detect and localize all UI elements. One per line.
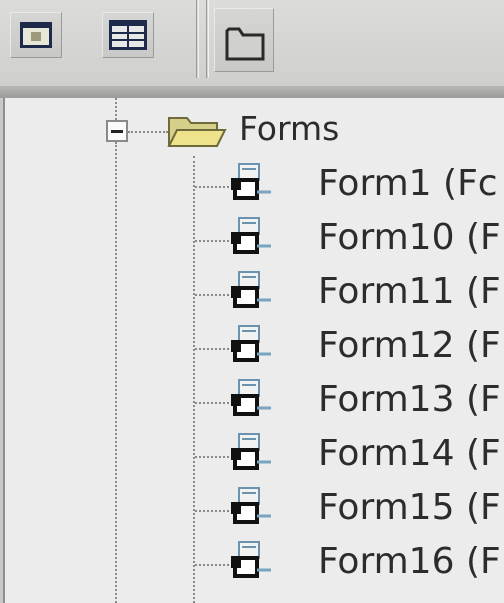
form-icon [231,163,271,200]
form-icon [231,487,271,524]
tree-line [128,131,168,133]
tree-line [115,142,117,603]
toolbar-separator [206,0,209,78]
tree-line [115,98,117,120]
tree-line [195,240,229,242]
tree-line [195,294,229,296]
tree-item-label: Form10 (F [318,217,501,258]
tree-line [195,456,229,458]
tree-line [195,510,229,512]
tree-line [195,186,229,188]
tree-line [195,348,229,350]
window-icon [20,22,52,48]
form-icon [231,379,271,416]
view-single-button[interactable] [10,12,62,58]
tree-item-label: Form15 (F [318,487,501,528]
folder-icon [225,27,265,61]
tree-item-label: Form16 (F [318,541,501,582]
collapse-toggle[interactable] [106,120,128,142]
tree-line [195,564,229,566]
tree-view[interactable]: Forms Form1 (Fc Form10 (F Form11 (F Form… [3,98,504,603]
tree-line [195,402,229,404]
form-icon [231,541,271,578]
tree-item-label: Form12 (F [318,325,501,366]
tree-item-label: Form1 (Fc [318,163,498,204]
form-icon [231,217,271,254]
split-window-icon [109,20,147,50]
form-icon [231,433,271,470]
tree-item-label: Form13 (F [318,379,501,420]
toolbar-separator [196,0,199,78]
open-folder-button[interactable] [214,8,274,72]
toolbar [0,0,504,86]
tree-item-label: Form14 (F [318,433,501,474]
form-icon [231,271,271,308]
tree-node-label: Forms [239,109,340,148]
tree-item-label: Form11 (F [318,271,501,312]
tree-line [193,156,195,603]
view-split-button[interactable] [102,12,154,58]
open-folder-icon [167,117,227,147]
form-icon [231,325,271,362]
panel-border [0,86,504,98]
